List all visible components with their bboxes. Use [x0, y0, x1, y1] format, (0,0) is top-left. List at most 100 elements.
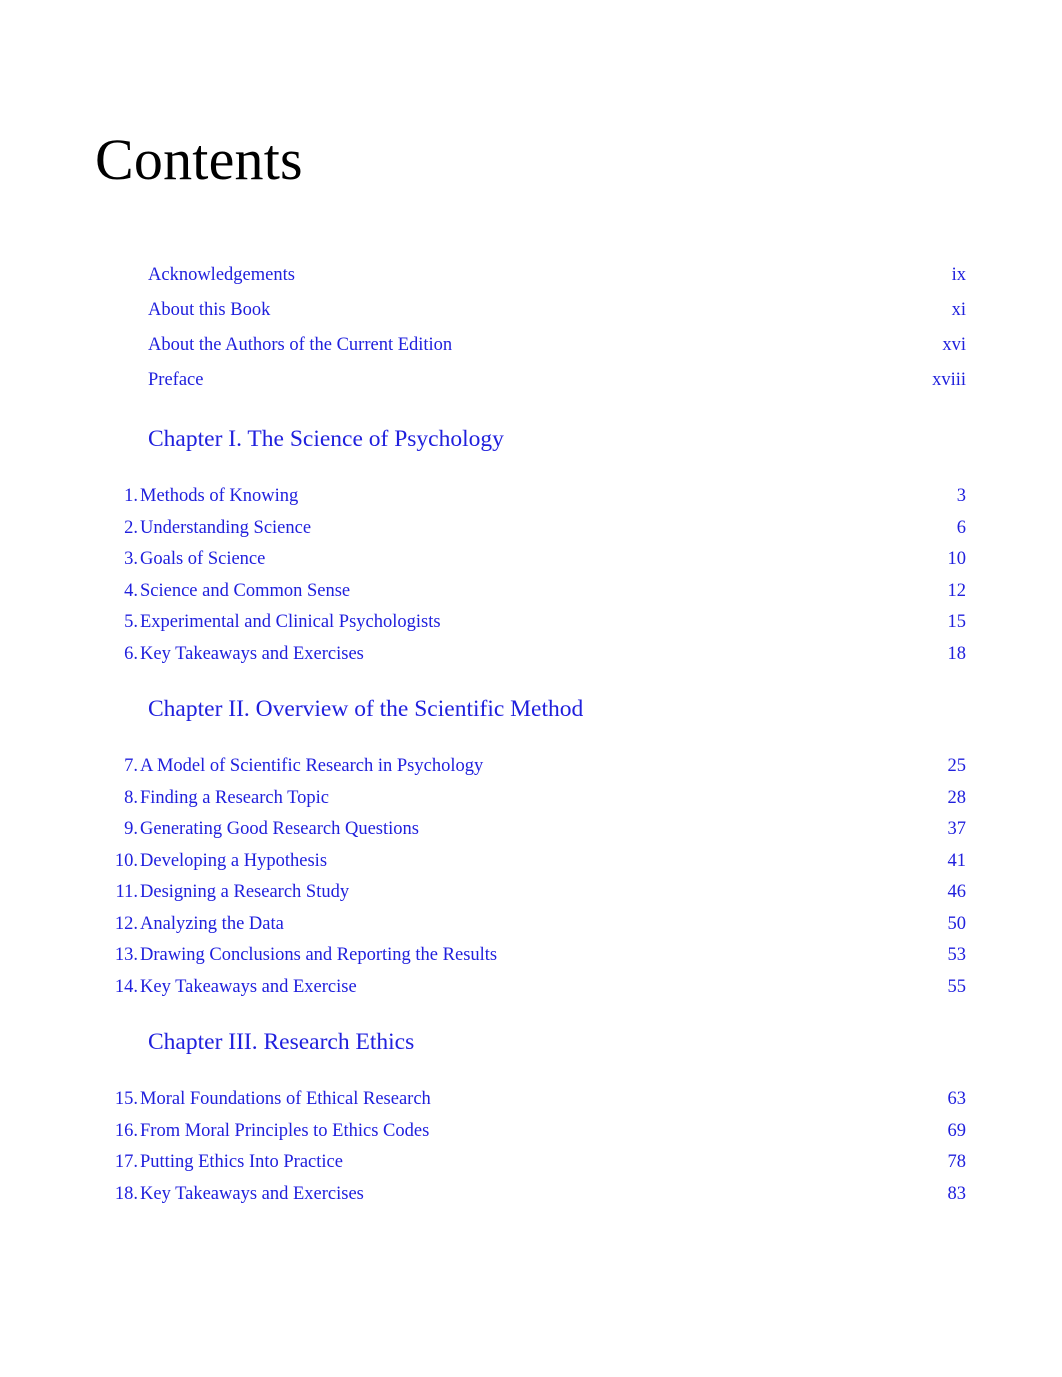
toc-entry[interactable]: 3. Goals of Science 10	[0, 544, 1062, 583]
toc-entry[interactable]: 5. Experimental and Clinical Psychologist…	[0, 607, 1062, 646]
chapter-item-list: 1. Methods of Knowing 3 2. Understanding Sci…	[0, 481, 1062, 678]
toc-entry-number: 7.	[124, 756, 138, 776]
chapter-section: Chapter III. Research Ethics 15. Moral Fou…	[0, 1003, 1062, 1218]
toc-entry[interactable]: 6. Key Takeaways and Exercises 18	[0, 639, 1062, 678]
front-matter-entry[interactable]: About this Book xi	[0, 293, 1062, 336]
toc-entry[interactable]: 2. Understanding Science 6	[0, 513, 1062, 552]
toc-entry-page-number: 50	[947, 913, 967, 934]
chapter-heading-row[interactable]: Chapter I. The Science of Psychology	[0, 424, 1062, 462]
toc-entry[interactable]: 16. From Moral Principles to Ethics Codes…	[0, 1116, 1062, 1155]
toc-entry-number: 4.	[124, 580, 138, 601]
toc-entry-number: 17.	[114, 1152, 138, 1172]
toc-entry[interactable]: 15. Moral Foundations of Ethical Research…	[0, 1084, 1062, 1123]
toc-entry[interactable]: 18. Key Takeaways and Exercises 83	[0, 1179, 1062, 1218]
front-matter-entry[interactable]: About the Authors of the Current Edition…	[0, 328, 1062, 371]
chapter-heading-row[interactable]: Chapter III. Research Ethics	[0, 1027, 1062, 1065]
toc-entry[interactable]: 7. A Model of Scientific Research in Psyc…	[0, 751, 1062, 790]
chapter-heading[interactable]: Chapter III. Research Ethics	[0, 1027, 1062, 1065]
toc-entry-page-number: 12	[947, 580, 967, 601]
toc-entry-label[interactable]: Key Takeaways and Exercises	[134, 639, 404, 678]
toc-entry-number: 3.	[124, 549, 138, 569]
chapter-heading[interactable]: Chapter II. Overview of the Scientific M…	[0, 694, 1062, 732]
toc-entry-page-number: 53	[947, 945, 967, 965]
toc-entry-label[interactable]: Understanding Science	[133, 513, 352, 552]
chapter-heading[interactable]: Chapter I. The Science of Psychology	[0, 424, 1062, 462]
chapter-heading-row[interactable]: Chapter II. Overview of the Scientific M…	[0, 694, 1062, 732]
front-matter-page-number: ix	[951, 265, 966, 285]
toc-entry-number: 10.	[114, 850, 138, 871]
front-matter-entry[interactable]: Preface xviii	[0, 363, 1062, 406]
toc-entry-page-number: 78	[947, 1152, 967, 1172]
toc-entry-label[interactable]: Analyzing the Data	[134, 909, 324, 948]
front-matter-label[interactable]: Preface	[141, 363, 245, 406]
toc-entry-number: 2.	[124, 517, 138, 538]
toc-entry-number: 5.	[124, 612, 138, 632]
chapter-section: Chapter I. The Science of Psychology 1. Me…	[0, 398, 1062, 678]
toc-body: Acknowledgements ix About this Book xi About…	[0, 258, 1062, 1218]
toc-entry-number: 14.	[114, 976, 138, 997]
toc-entry-page-number: 25	[947, 756, 967, 776]
toc-entry[interactable]: 10. Developing a Hypothesis 41	[0, 846, 1062, 885]
front-matter-page-number: xviii	[932, 370, 966, 390]
chapter-section: Chapter II. Overview of the Scientific M…	[0, 670, 1062, 1011]
toc-entry-label[interactable]: Goals of Science	[133, 544, 306, 583]
toc-entry-number: 1.	[124, 486, 138, 506]
front-matter-entry[interactable]: Acknowledgements ix	[0, 258, 1062, 301]
toc-entry-label[interactable]: Putting Ethics Into Practice	[134, 1147, 383, 1186]
toc-entry[interactable]: 12. Analyzing the Data 50	[0, 909, 1062, 948]
toc-entry-label[interactable]: Key Takeaways and Exercises	[134, 1179, 404, 1218]
toc-entry-number: 8.	[124, 787, 138, 808]
toc-entry-label[interactable]: A Model of Scientific Research in Psycho…	[133, 751, 524, 790]
chapter-sections: Chapter I. The Science of Psychology 1. Me…	[0, 398, 1062, 1218]
toc-entry[interactable]: 11. Designing a Research Study 46	[0, 877, 1062, 916]
toc-entry-label[interactable]: Experimental and Clinical Psychologists	[134, 607, 481, 646]
toc-entry-number: 9.	[124, 819, 138, 839]
chapter-item-list: 7. A Model of Scientific Research in Psyc…	[0, 751, 1062, 1011]
toc-entry-page-number: 55	[947, 976, 967, 997]
toc-entry-label[interactable]: Designing a Research Study	[133, 877, 390, 916]
toc-entry-number: 18.	[114, 1183, 138, 1204]
toc-entry-label[interactable]: Key Takeaways and Exercise	[134, 972, 397, 1011]
toc-entry[interactable]: 14. Key Takeaways and Exercise 55	[0, 972, 1062, 1011]
toc-entry-label[interactable]: Moral Foundations of Ethical Research	[134, 1084, 471, 1123]
toc-entry-page-number: 83	[947, 1183, 967, 1204]
toc-entry-page-number: 28	[947, 787, 967, 808]
toc-entry-label[interactable]: Science and Common Sense	[133, 576, 391, 615]
toc-entry-page-number: 3	[956, 486, 966, 506]
toc-entry[interactable]: 9. Generating Good Research Questions 37	[0, 814, 1062, 853]
toc-entry-page-number: 10	[947, 549, 967, 569]
toc-entry-number: 11.	[115, 882, 138, 902]
front-matter-label[interactable]: About this Book	[141, 293, 311, 336]
toc-entry[interactable]: 4. Science and Common Sense 12	[0, 576, 1062, 615]
front-matter-label[interactable]: Acknowledgements	[142, 258, 335, 301]
toc-entry[interactable]: 8. Finding a Research Topic 28	[0, 783, 1062, 822]
toc-entry-label[interactable]: Drawing Conclusions and Reporting the Re…	[133, 940, 538, 979]
toc-entry-label[interactable]: From Moral Principles to Ethics Codes	[133, 1116, 470, 1155]
toc-page: Contents Acknowledgements ix About this Bo…	[0, 0, 1062, 1377]
toc-entry[interactable]: 1. Methods of Knowing 3	[0, 481, 1062, 520]
front-matter-page-number: xvi	[942, 335, 966, 355]
toc-entry-label[interactable]: Finding a Research Topic	[134, 783, 369, 822]
toc-entry-label[interactable]: Methods of Knowing	[133, 481, 339, 520]
page-title: Contents	[95, 126, 303, 192]
toc-entry-label[interactable]: Developing a Hypothesis	[133, 846, 368, 885]
toc-entry-number: 12.	[114, 913, 138, 934]
toc-entry-label[interactable]: Generating Good Research Questions	[134, 814, 459, 853]
toc-entry-number: 16.	[114, 1120, 138, 1141]
toc-entry-number: 13.	[114, 945, 138, 965]
toc-entry-page-number: 6	[956, 517, 966, 538]
toc-entry-page-number: 69	[947, 1120, 967, 1141]
front-matter-label[interactable]: About the Authors of the Current Edition	[141, 328, 493, 371]
front-matter-page-number: xi	[951, 300, 966, 320]
chapter-item-list: 15. Moral Foundations of Ethical Research…	[0, 1084, 1062, 1218]
toc-entry-page-number: 63	[947, 1089, 967, 1109]
toc-entry-page-number: 18	[947, 643, 967, 664]
toc-entry[interactable]: 13. Drawing Conclusions and Reporting the…	[0, 940, 1062, 979]
toc-entry[interactable]: 17. Putting Ethics Into Practice 78	[0, 1147, 1062, 1186]
